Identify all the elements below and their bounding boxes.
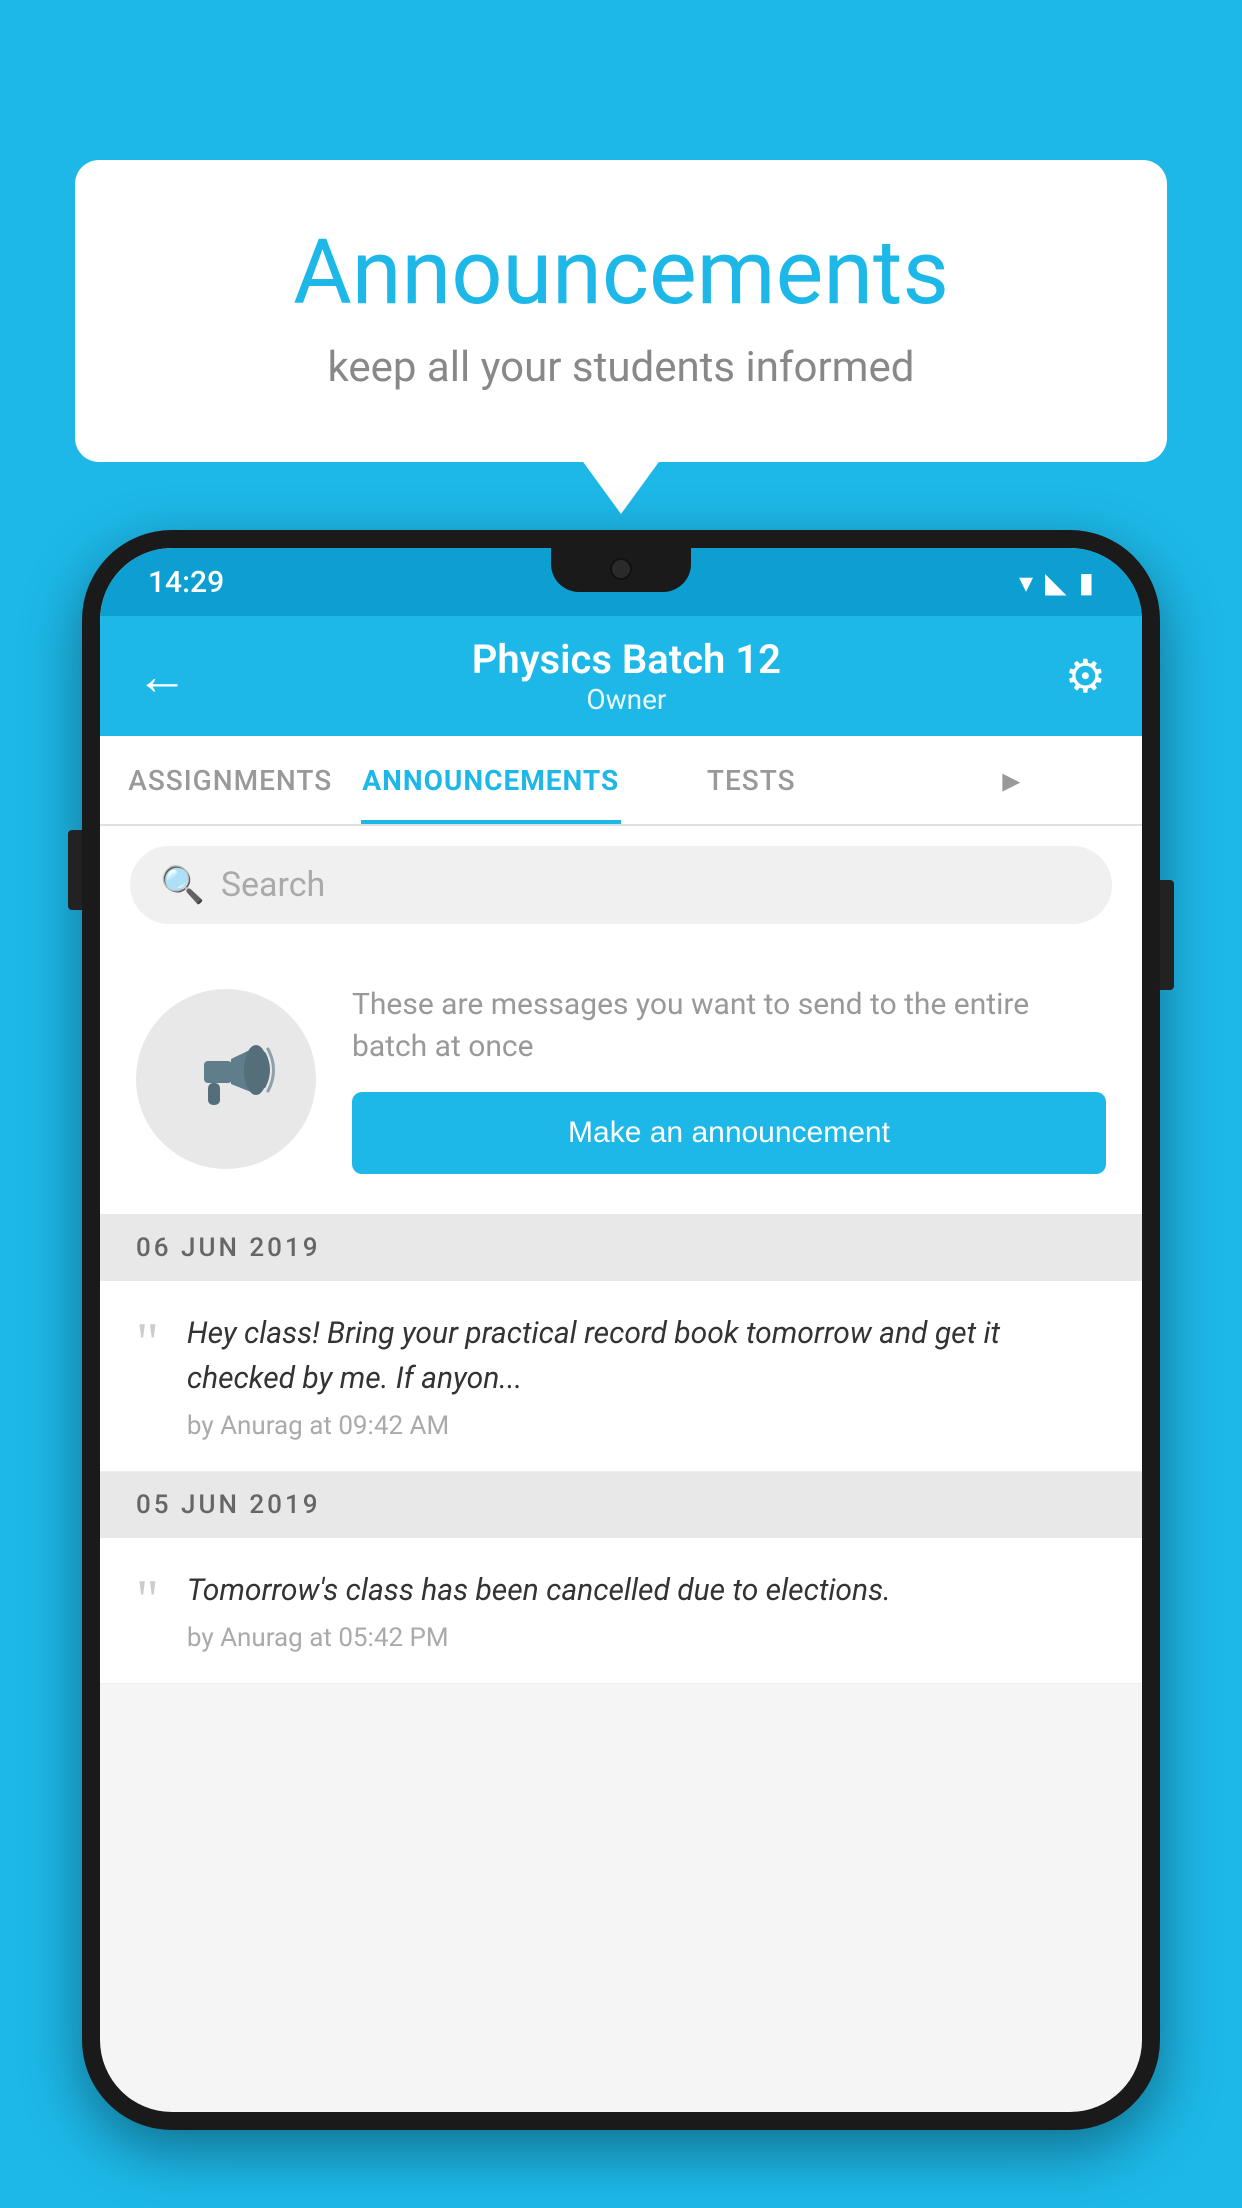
wifi-icon: ▾ (1019, 566, 1033, 599)
promo-description: These are messages you want to send to t… (352, 984, 1106, 1068)
signal-icon: ◣ (1045, 566, 1067, 599)
announcement-text-2: Tomorrow's class has been cancelled due … (187, 1568, 1106, 1613)
promo-section: These are messages you want to send to t… (100, 944, 1142, 1215)
quote-icon-2: " (136, 1572, 159, 1628)
batch-title: Physics Batch 12 (472, 636, 781, 683)
announcement-content-2: Tomorrow's class has been cancelled due … (187, 1568, 1106, 1653)
tab-assignments[interactable]: ASSIGNMENTS (100, 736, 361, 824)
announcement-meta-1: by Anurag at 09:42 AM (187, 1411, 1106, 1441)
announcements-heading: Announcements (155, 220, 1087, 325)
announcements-subtitle: keep all your students informed (155, 343, 1087, 392)
speech-bubble-container: Announcements keep all your students inf… (75, 160, 1167, 462)
search-placeholder: Search (221, 865, 325, 905)
announcement-text-1: Hey class! Bring your practical record b… (187, 1311, 1106, 1401)
phone-wrapper: 14:29 ▾ ◣ ▮ ← Physics Batch 12 Owner ⚙ (82, 530, 1160, 2208)
promo-content: These are messages you want to send to t… (352, 984, 1106, 1174)
phone-screen: 14:29 ▾ ◣ ▮ ← Physics Batch 12 Owner ⚙ (100, 548, 1142, 2112)
speech-bubble: Announcements keep all your students inf… (75, 160, 1167, 462)
status-time: 14:29 (148, 565, 224, 600)
back-button[interactable]: ← (136, 646, 188, 707)
announcement-content-1: Hey class! Bring your practical record b… (187, 1311, 1106, 1441)
camera (610, 558, 632, 580)
search-container: 🔍 Search (100, 826, 1142, 944)
status-icons: ▾ ◣ ▮ (1019, 566, 1094, 599)
megaphone-circle (136, 989, 316, 1169)
tab-tests[interactable]: TESTS (621, 736, 882, 824)
quote-icon-1: " (136, 1315, 159, 1371)
make-announcement-button[interactable]: Make an announcement (352, 1092, 1106, 1174)
notch (551, 548, 691, 592)
announcement-meta-2: by Anurag at 05:42 PM (187, 1623, 1106, 1653)
announcement-item-1: " Hey class! Bring your practical record… (100, 1281, 1142, 1472)
batch-role: Owner (472, 683, 781, 716)
tab-announcements[interactable]: ANNOUNCEMENTS (361, 736, 622, 824)
date-header-1: 06 JUN 2019 (100, 1215, 1142, 1281)
status-bar: 14:29 ▾ ◣ ▮ (100, 548, 1142, 616)
phone-outer: 14:29 ▾ ◣ ▮ ← Physics Batch 12 Owner ⚙ (82, 530, 1160, 2130)
tab-bar: ASSIGNMENTS ANNOUNCEMENTS TESTS ▸ (100, 736, 1142, 826)
date-header-2: 05 JUN 2019 (100, 1472, 1142, 1538)
search-bar[interactable]: 🔍 Search (130, 846, 1112, 924)
battery-icon: ▮ (1079, 566, 1094, 599)
header-title-block: Physics Batch 12 Owner (472, 636, 781, 716)
search-icon: 🔍 (160, 864, 205, 906)
settings-icon[interactable]: ⚙ (1065, 649, 1106, 704)
tab-more[interactable]: ▸ (882, 736, 1143, 824)
announcement-item-2: " Tomorrow's class has been cancelled du… (100, 1538, 1142, 1684)
megaphone-icon (176, 1029, 276, 1129)
app-header: ← Physics Batch 12 Owner ⚙ (100, 616, 1142, 736)
